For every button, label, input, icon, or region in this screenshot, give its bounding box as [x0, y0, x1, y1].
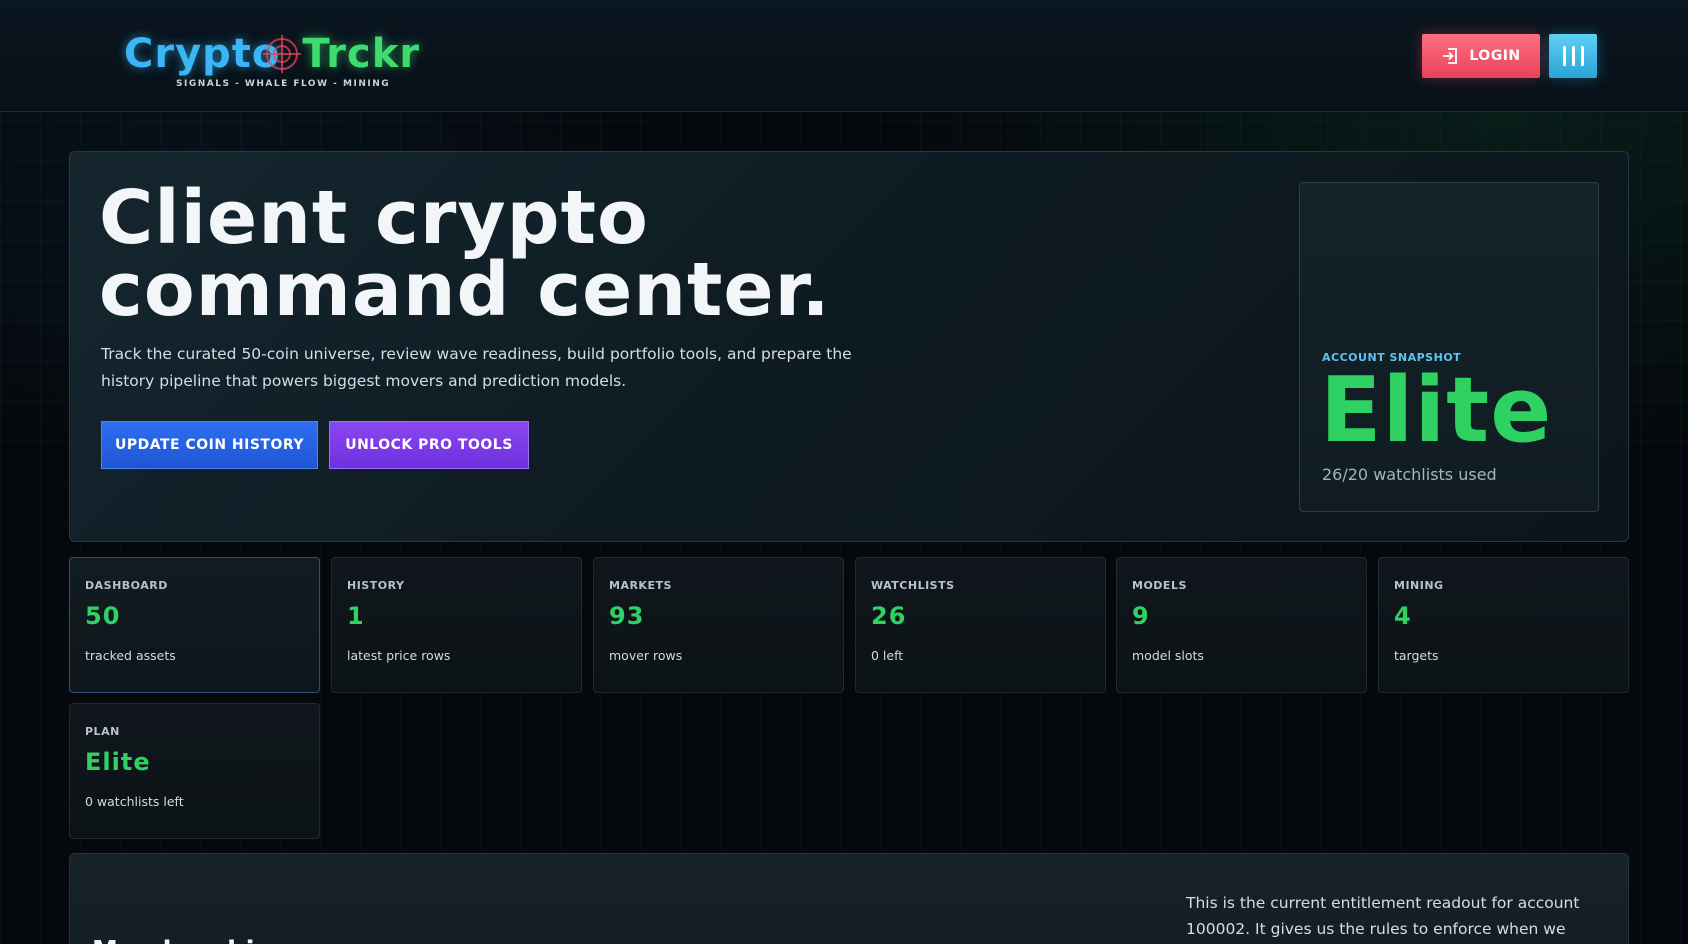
stat-label: MODELS — [1132, 579, 1187, 592]
logo-part-2: Trckr — [302, 31, 421, 77]
stat-sub: latest price rows — [347, 648, 451, 663]
stat-card-models[interactable]: MODELS 9 model slots — [1116, 557, 1367, 693]
menu-bar — [1580, 46, 1584, 66]
membership-description: This is the current entitlement readout … — [1186, 894, 1580, 938]
hero-description: Track the curated 50-coin universe, revi… — [101, 345, 852, 390]
unlock-pro-tools-button[interactable]: UNLOCK PRO TOOLS — [329, 421, 529, 469]
brand-logo[interactable]: Crypto Trckr SIGNALS - WHALE FLOW - MININ… — [124, 31, 419, 92]
login-button[interactable]: LOGIN — [1422, 34, 1540, 78]
login-icon — [1443, 48, 1458, 64]
stat-value: Elite — [85, 748, 151, 776]
menu-bar — [1571, 46, 1575, 66]
menu-bar — [1562, 46, 1566, 66]
membership-panel: Membership This is the current entitleme… — [69, 853, 1629, 944]
stat-sub: mover rows — [609, 648, 683, 663]
stat-label: MINING — [1394, 579, 1444, 592]
logo-tagline: SIGNALS - WHALE FLOW - MINING — [176, 79, 391, 89]
hero-panel: Client crypto command center. Track the … — [69, 151, 1629, 542]
update-coin-history-button[interactable]: UPDATE COIN HISTORY — [101, 421, 318, 469]
hero-title: Client crypto command center. — [99, 181, 999, 327]
stat-sub: model slots — [1132, 648, 1204, 663]
login-label: LOGIN — [1469, 48, 1521, 64]
stat-sub: tracked assets — [85, 648, 176, 663]
stat-card-watchlists[interactable]: WATCHLISTS 26 0 left — [855, 557, 1106, 693]
account-snapshot-card: ACCOUNT SNAPSHOT Elite 26/20 watchlists … — [1299, 182, 1599, 512]
membership-heading: Membership — [92, 936, 273, 944]
snapshot-plan: Elite — [1320, 358, 1553, 463]
logo-part-1: Crypto — [124, 31, 281, 77]
stat-card-plan[interactable]: PLAN Elite 0 watchlists left — [69, 703, 320, 839]
stat-value: 1 — [347, 602, 365, 630]
target-icon — [263, 35, 301, 73]
stat-sub: 0 left — [871, 648, 904, 663]
stat-value: 26 — [871, 602, 907, 630]
stat-card-dashboard[interactable]: DASHBOARD 50 tracked assets — [69, 557, 320, 693]
stat-label: DASHBOARD — [85, 579, 168, 592]
stat-label: HISTORY — [347, 579, 405, 592]
stat-label: PLAN — [85, 725, 120, 738]
stat-value: 50 — [85, 602, 121, 630]
stat-sub: 0 watchlists left — [85, 794, 184, 809]
hero-title-line-2: command center. — [99, 247, 831, 333]
stat-value: 93 — [609, 602, 645, 630]
stat-sub: targets — [1394, 648, 1439, 663]
stat-card-history[interactable]: HISTORY 1 latest price rows — [331, 557, 582, 693]
top-header: Crypto Trckr SIGNALS - WHALE FLOW - MININ… — [0, 0, 1688, 112]
stat-value: 4 — [1394, 602, 1412, 630]
stat-card-mining[interactable]: MINING 4 targets — [1378, 557, 1629, 693]
snapshot-watchlists-used: 26/20 watchlists used — [1322, 465, 1497, 484]
stat-card-markets[interactable]: MARKETS 93 mover rows — [593, 557, 844, 693]
menu-button[interactable] — [1549, 34, 1597, 78]
stat-value: 9 — [1132, 602, 1150, 630]
stat-label: MARKETS — [609, 579, 672, 592]
stat-label: WATCHLISTS — [871, 579, 955, 592]
